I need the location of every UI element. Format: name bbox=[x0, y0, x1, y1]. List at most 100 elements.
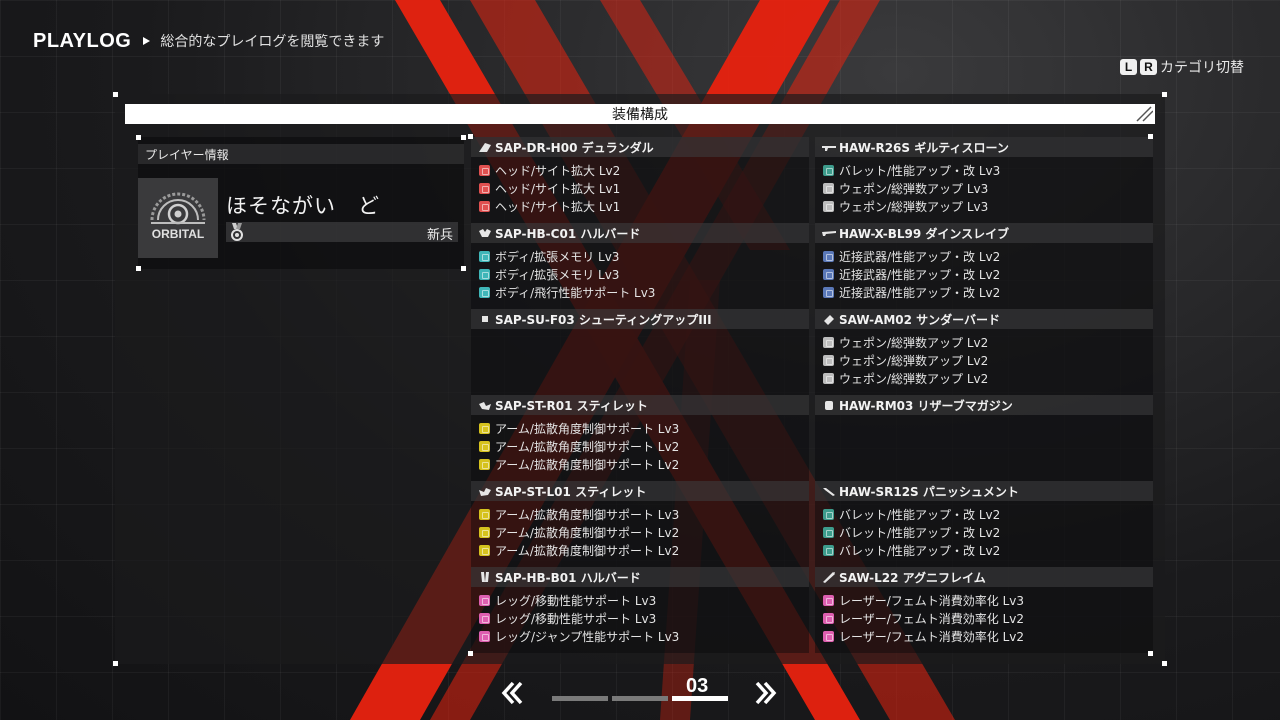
chip-label: 近接武器/性能アップ・改 Lv2 bbox=[839, 267, 1001, 282]
chip-slot: 近接武器/性能アップ・改 Lv2 bbox=[823, 283, 1157, 301]
chip-slot: ヘッド/サイト拡大 Lv2 bbox=[479, 161, 813, 179]
chip-icon bbox=[823, 164, 834, 176]
equipment-part[interactable]: HAW-RM03 リザーブマガジン bbox=[815, 395, 1153, 481]
chip-label: バレット/性能アップ・改 Lv2 bbox=[839, 507, 1001, 522]
equipment-part[interactable]: SAP-ST-L01 スティレット アーム/拡散角度制御サポート Lv3 アーム/拡… bbox=[471, 481, 809, 567]
left-arm-part-icon bbox=[479, 488, 491, 496]
chip-slot: バレット/性能アップ・改 Lv3 bbox=[823, 161, 1157, 179]
r-button-icon[interactable]: R bbox=[1140, 59, 1157, 75]
corner-marker bbox=[1148, 134, 1153, 139]
equipment-part[interactable]: SAP-HB-C01 ハルバード ボディ/拡張メモリ Lv3 ボディ/拡張メモリ L… bbox=[471, 223, 809, 309]
rank-bar: 新兵 bbox=[226, 222, 458, 243]
page-title: PLAYLOG bbox=[33, 29, 132, 52]
chip-icon bbox=[823, 508, 834, 520]
equipment-panel: 装備構成 プレイヤー情報 ORBITAL ほそながい ど 新兵 SAP-DR-H… bbox=[113, 92, 1167, 666]
chip-label: ウェポン/総弾数アップ Lv2 bbox=[839, 353, 989, 368]
equipment-part[interactable]: HAW-X-BL99 ダインスレイブ 近接武器/性能アップ・改 Lv2 近接武器/性… bbox=[815, 223, 1153, 309]
chip-slot: ウェポン/総弾数アップ Lv2 bbox=[823, 333, 1157, 351]
chip-slot: アーム/拡散角度制御サポート Lv2 bbox=[479, 455, 813, 473]
chip-slot: バレット/性能アップ・改 Lv2 bbox=[823, 523, 1157, 541]
equipment-part[interactable]: SAW-L22 アグニフレイム レーザー/フェムト消費効率化 Lv3 レーザー/フェ… bbox=[815, 567, 1153, 653]
page-header: PLAYLOG 総合的なプレイログを閲覧できます bbox=[33, 29, 384, 53]
chip-label: ヘッド/サイト拡大 Lv2 bbox=[495, 163, 621, 178]
chip-slot: レーザー/フェムト消費効率化 Lv2 bbox=[823, 627, 1157, 645]
player-info-card: プレイヤー情報 ORBITAL ほそながい ど 新兵 bbox=[136, 135, 466, 271]
part-header: SAP-HB-B01 ハルバード bbox=[471, 567, 809, 587]
ammo-weapon-icon bbox=[824, 315, 834, 325]
chip-icon bbox=[479, 508, 490, 520]
equipment-part[interactable]: HAW-SR12S パニッシュメント バレット/性能アップ・改 Lv2 バレット/性… bbox=[815, 481, 1153, 567]
chip-label: アーム/拡散角度制御サポート Lv3 bbox=[495, 421, 680, 436]
category-switch[interactable]: L R カテゴリ切替 bbox=[1120, 57, 1244, 77]
chip-label: レッグ/ジャンプ性能サポート Lv3 bbox=[495, 629, 680, 644]
equipment-part[interactable]: SAP-ST-R01 スティレット アーム/拡散角度制御サポート Lv3 アーム/拡… bbox=[471, 395, 809, 481]
equipment-part[interactable]: SAP-SU-F03 シューティングアップIII bbox=[471, 309, 809, 395]
chip-icon bbox=[479, 268, 490, 280]
prev-page-icon[interactable] bbox=[500, 681, 524, 705]
part-name: SAP-ST-R01 スティレット bbox=[495, 398, 648, 413]
chip-label: 近接武器/性能アップ・改 Lv2 bbox=[839, 249, 1001, 264]
chip-label: ウェポン/総弾数アップ Lv3 bbox=[839, 181, 989, 196]
part-header: SAP-DR-H00 デュランダル bbox=[471, 137, 809, 157]
equipment-part[interactable]: HAW-R26S ギルティスローン バレット/性能アップ・改 Lv3 ウェポン/総弾… bbox=[815, 137, 1153, 223]
corner-marker bbox=[1148, 651, 1153, 656]
chip-icon bbox=[823, 526, 834, 538]
player-info-header: プレイヤー情報 bbox=[138, 144, 464, 164]
corner-marker bbox=[113, 661, 118, 666]
chip-icon bbox=[479, 612, 490, 624]
frame-parts-column: SAP-DR-H00 デュランダルヘッド/サイト拡大 Lv2 ヘッド/サイト拡大 … bbox=[471, 137, 809, 653]
title-stripes-icon bbox=[1136, 106, 1153, 122]
part-name: HAW-SR12S パニッシュメント bbox=[839, 484, 1019, 499]
equipment-part[interactable]: SAP-HB-B01 ハルバード レッグ/移動性能サポート Lv3 レッグ/移動性能… bbox=[471, 567, 809, 653]
equipment-part[interactable]: SAP-DR-H00 デュランダルヘッド/サイト拡大 Lv2 ヘッド/サイト拡大 … bbox=[471, 137, 809, 223]
chip-icon bbox=[823, 612, 834, 624]
chip-label: ウェポン/総弾数アップ Lv3 bbox=[839, 199, 989, 214]
part-name: SAP-ST-L01 スティレット bbox=[495, 484, 647, 499]
chip-slot: アーム/拡散角度制御サポート Lv2 bbox=[479, 541, 813, 559]
chip-icon bbox=[479, 182, 490, 194]
part-header: HAW-X-BL99 ダインスレイブ bbox=[815, 223, 1153, 243]
part-name: HAW-X-BL99 ダインスレイブ bbox=[839, 226, 1010, 241]
corner-marker bbox=[1162, 92, 1167, 97]
part-name: SAP-SU-F03 シューティングアップIII bbox=[495, 312, 712, 327]
chip-slot: ウェポン/総弾数アップ Lv3 bbox=[823, 197, 1157, 215]
rifle-weapon-icon bbox=[822, 146, 836, 151]
chip-icon bbox=[823, 268, 834, 280]
part-header: SAP-SU-F03 シューティングアップIII bbox=[471, 309, 809, 329]
magazine-weapon-icon bbox=[825, 401, 833, 410]
page-subtitle: 総合的なプレイログを閲覧できます bbox=[160, 34, 385, 50]
part-header: HAW-SR12S パニッシュメント bbox=[815, 481, 1153, 501]
chip-label: ボディ/飛行性能サポート Lv3 bbox=[495, 285, 656, 300]
chip-slot: 近接武器/性能アップ・改 Lv2 bbox=[823, 265, 1157, 283]
equipment-part[interactable]: SAW-AM02 サンダーバード ウェポン/総弾数アップ Lv2 ウェポン/総弾数ア… bbox=[815, 309, 1153, 395]
chip-icon bbox=[823, 200, 834, 212]
corner-marker bbox=[113, 92, 118, 97]
chip-label: バレット/性能アップ・改 Lv2 bbox=[839, 543, 1001, 558]
corner-marker bbox=[1162, 661, 1167, 666]
orbital-emblem-icon: ORBITAL bbox=[138, 178, 218, 258]
right-arm-part-icon bbox=[479, 402, 491, 410]
chip-icon bbox=[823, 594, 834, 606]
corner-marker bbox=[468, 651, 473, 656]
chip-slot: バレット/性能アップ・改 Lv2 bbox=[823, 505, 1157, 523]
chip-slot: レッグ/移動性能サポート Lv3 bbox=[479, 609, 813, 627]
chip-slot: アーム/拡散角度制御サポート Lv3 bbox=[479, 419, 813, 437]
chip-label: レーザー/フェムト消費効率化 Lv3 bbox=[839, 593, 1025, 608]
chip-slot: ヘッド/サイト拡大 Lv1 bbox=[479, 179, 813, 197]
rank-name: 新兵 bbox=[426, 228, 453, 243]
chip-label: レーザー/フェムト消費効率化 Lv2 bbox=[839, 611, 1025, 626]
medal-icon bbox=[231, 223, 243, 241]
chip-slot: レッグ/移動性能サポート Lv3 bbox=[479, 591, 813, 609]
part-name: HAW-R26S ギルティスローン bbox=[839, 140, 1009, 155]
part-header: HAW-R26S ギルティスローン bbox=[815, 137, 1153, 157]
chip-label: ヘッド/サイト拡大 Lv1 bbox=[495, 181, 621, 196]
chip-icon bbox=[823, 250, 834, 262]
chip-slot: ヘッド/サイト拡大 Lv1 bbox=[479, 197, 813, 215]
chip-slot: アーム/拡散角度制御サポート Lv3 bbox=[479, 505, 813, 523]
l-button-icon[interactable]: L bbox=[1120, 59, 1137, 75]
corner-marker bbox=[136, 266, 141, 271]
chip-icon bbox=[479, 164, 490, 176]
next-page-icon[interactable] bbox=[754, 681, 778, 705]
page-indicator-segment bbox=[552, 696, 608, 701]
chip-label: 近接武器/性能アップ・改 Lv2 bbox=[839, 285, 1001, 300]
